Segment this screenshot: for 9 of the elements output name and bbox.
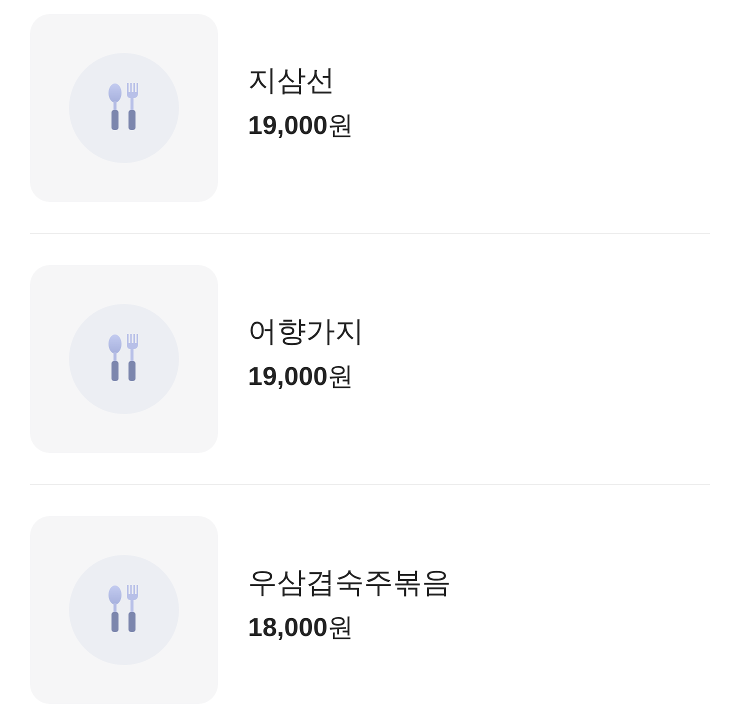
utensils-icon [108,585,140,635]
menu-name: 지삼선 [248,64,336,100]
menu-name: 어향가지 [248,315,364,350]
menu-price: 19,000원 [248,360,355,393]
utensils-icon [108,83,140,133]
utensils-icon [108,334,140,384]
menu-name: 우삼겹숙주볶음 [248,566,451,602]
menu-price: 18,000원 [248,610,355,644]
menu-price: 19,000원 [248,108,354,142]
